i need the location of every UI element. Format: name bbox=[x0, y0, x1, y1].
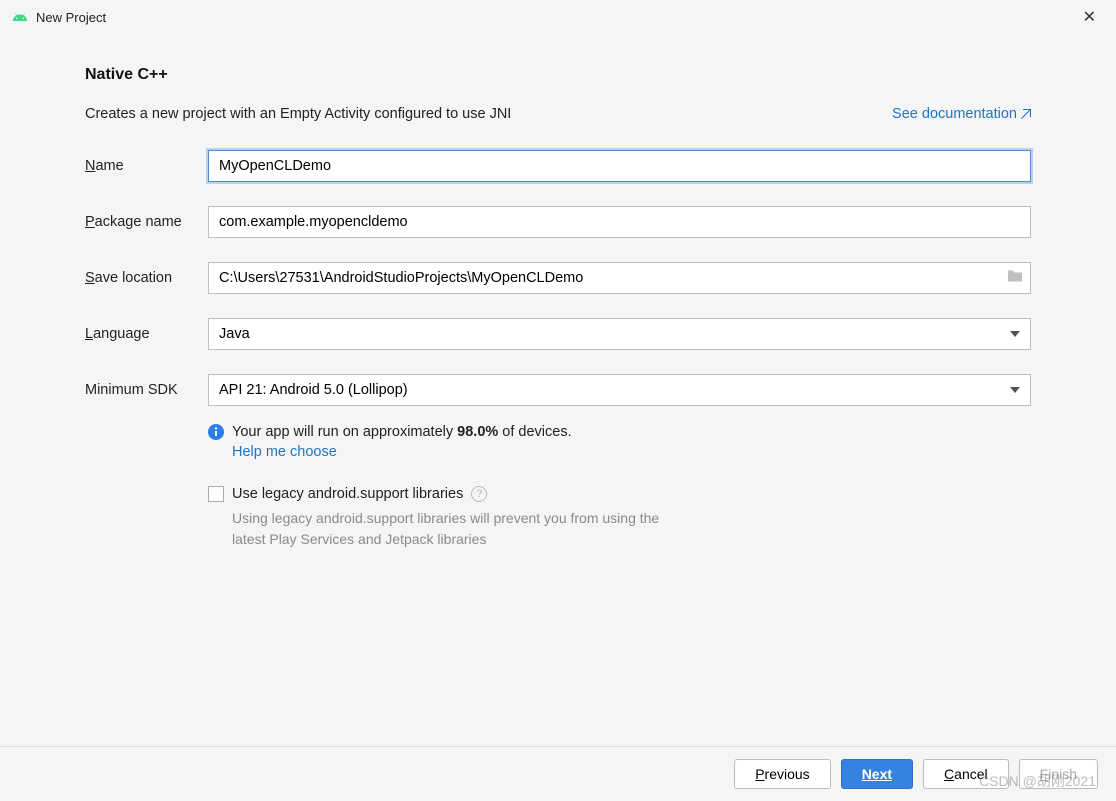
finish-button[interactable]: Finish bbox=[1019, 759, 1098, 789]
folder-browse-icon[interactable] bbox=[1007, 269, 1023, 288]
legacy-libraries-description: Using legacy android.support libraries w… bbox=[232, 508, 692, 550]
android-logo-icon bbox=[12, 9, 28, 25]
package-name-input[interactable] bbox=[208, 206, 1031, 238]
minimum-sdk-value: API 21: Android 5.0 (Lollipop) bbox=[219, 382, 408, 398]
chevron-down-icon bbox=[1010, 329, 1020, 339]
help-icon[interactable]: ? bbox=[471, 486, 487, 502]
language-label: Language bbox=[85, 326, 208, 342]
language-select[interactable]: Java bbox=[208, 318, 1031, 350]
minimum-sdk-select[interactable]: API 21: Android 5.0 (Lollipop) bbox=[208, 374, 1031, 406]
info-icon bbox=[208, 424, 224, 440]
help-me-choose-link[interactable]: Help me choose bbox=[232, 444, 1031, 460]
next-button[interactable]: Next bbox=[841, 759, 913, 789]
close-button[interactable]: ✕ bbox=[1075, 3, 1104, 31]
content-area: Native C++ Creates a new project with an… bbox=[0, 34, 1116, 746]
name-input[interactable] bbox=[208, 150, 1031, 182]
save-location-input[interactable] bbox=[208, 262, 1031, 294]
previous-button[interactable]: Previous bbox=[734, 759, 830, 789]
language-value: Java bbox=[219, 326, 250, 342]
doc-link-label: See documentation bbox=[892, 106, 1017, 122]
cancel-button[interactable]: Cancel bbox=[923, 759, 1009, 789]
window-title: New Project bbox=[36, 10, 106, 25]
see-documentation-link[interactable]: See documentation bbox=[892, 106, 1031, 122]
package-name-label: Package name bbox=[85, 214, 208, 230]
chevron-down-icon bbox=[1010, 385, 1020, 395]
legacy-libraries-checkbox[interactable] bbox=[208, 486, 224, 502]
external-link-icon bbox=[1021, 109, 1031, 119]
page-subtext: Creates a new project with an Empty Acti… bbox=[85, 106, 511, 122]
name-label: Name bbox=[85, 158, 208, 174]
minimum-sdk-label: Minimum SDK bbox=[85, 382, 208, 398]
footer: Previous Next Cancel Finish CSDN @胡刚2021 bbox=[0, 746, 1116, 801]
legacy-libraries-label: Use legacy android.support libraries bbox=[232, 486, 463, 502]
device-coverage-text: Your app will run on approximately 98.0%… bbox=[232, 424, 572, 440]
page-heading: Native C++ bbox=[85, 66, 1031, 84]
titlebar: New Project ✕ bbox=[0, 0, 1116, 34]
save-location-label: Save location bbox=[85, 270, 208, 286]
